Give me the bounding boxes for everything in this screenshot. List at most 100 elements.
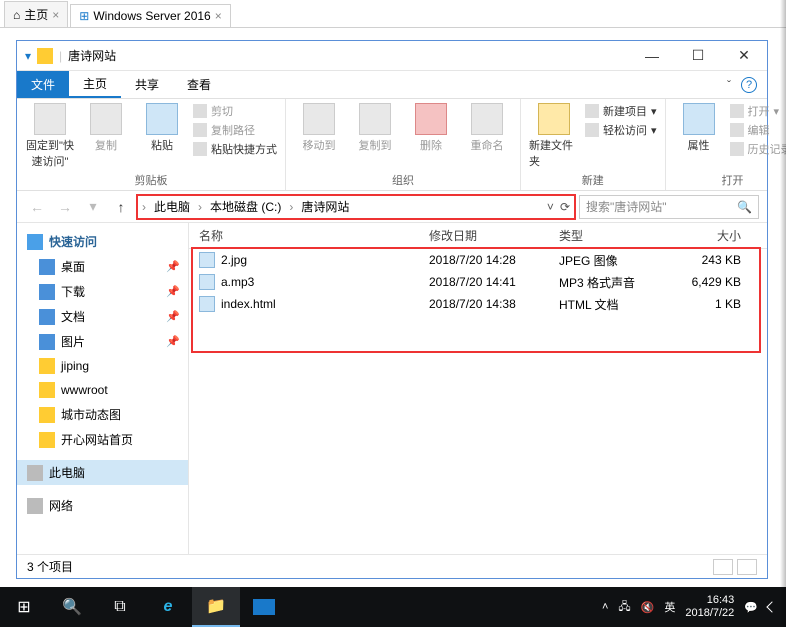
move-to-button[interactable]: 移动到 <box>294 103 344 153</box>
col-size[interactable]: 大小 <box>669 227 751 244</box>
icons-view-button[interactable] <box>737 559 757 575</box>
forward-button[interactable]: → <box>53 195 77 219</box>
col-name[interactable]: 名称 <box>189 227 429 244</box>
new-item-button[interactable]: 新建项目 ▾ <box>585 103 657 119</box>
close-icon[interactable]: × <box>52 8 59 22</box>
action-center-icon[interactable]: 💬 <box>744 601 758 614</box>
shortcut-icon <box>193 142 207 156</box>
tray-expand-icon[interactable]: ˄ <box>602 601 608 613</box>
details-view-button[interactable] <box>713 559 733 575</box>
folder-icon <box>37 48 53 64</box>
sidebar-item-city[interactable]: 城市动态图 <box>17 402 188 427</box>
up-button[interactable]: ↑ <box>109 195 133 219</box>
breadcrumb-seg[interactable]: 本地磁盘 (C:) <box>206 198 285 215</box>
breadcrumb-seg[interactable]: 此电脑 <box>150 198 194 215</box>
edit-icon <box>730 123 744 137</box>
copy-path-button[interactable]: 复制路径 <box>193 122 277 138</box>
html-file-icon <box>199 296 215 312</box>
chevron-right-icon[interactable]: › <box>198 200 202 214</box>
copy-to-button[interactable]: 复制到 <box>350 103 400 153</box>
sidebar-network[interactable]: 网络 <box>17 493 188 518</box>
properties-button[interactable]: 属性 <box>674 103 724 153</box>
outer-tab-home[interactable]: ⌂ 主页 × <box>4 1 68 27</box>
ribbon-tab-file[interactable]: 文件 <box>17 71 69 98</box>
file-row[interactable]: index.html 2018/7/20 14:38 HTML 文档 1 KB <box>189 293 767 315</box>
new-item-icon <box>585 104 599 118</box>
app-button[interactable] <box>240 587 288 627</box>
file-row[interactable]: a.mp3 2018/7/20 14:41 MP3 格式声音 6,429 KB <box>189 271 767 293</box>
col-date[interactable]: 修改日期 <box>429 227 559 244</box>
address-bar[interactable]: › 此电脑 › 本地磁盘 (C:) › 唐诗网站 ˅ ⟳ <box>137 195 575 219</box>
audio-file-icon <box>199 274 215 290</box>
history-icon <box>730 142 744 156</box>
back-button[interactable]: ← <box>25 195 49 219</box>
explorer-button[interactable]: 📁 <box>192 587 240 627</box>
sound-icon[interactable]: 🔇 <box>641 601 655 614</box>
clock[interactable]: 16:43 2018/7/22 <box>685 594 734 620</box>
sidebar-item-jiping[interactable]: jiping <box>17 354 188 378</box>
refresh-icon[interactable]: ⟳ <box>560 200 570 214</box>
col-type[interactable]: 类型 <box>559 227 669 244</box>
copy-button[interactable]: 复制 <box>81 103 131 153</box>
decorative-shadow <box>780 0 786 627</box>
chevron-right-icon[interactable]: › <box>142 200 146 214</box>
delete-button[interactable]: 删除 <box>406 103 456 153</box>
file-header: 名称 修改日期 类型 大小 <box>189 223 767 249</box>
search-button[interactable]: 🔍 <box>48 587 96 627</box>
ribbon-body: 固定到"快速访问" 复制 粘贴 剪切 复制路径 粘贴快捷方式 剪贴板 <box>17 99 767 191</box>
pin-quick-access-button[interactable]: 固定到"快速访问" <box>25 103 75 169</box>
task-view-button[interactable]: ⧉ <box>96 587 144 627</box>
cut-button[interactable]: 剪切 <box>193 103 277 119</box>
minimize-button[interactable]: — <box>629 41 675 71</box>
folder-icon <box>39 432 55 448</box>
chevron-down-icon[interactable]: ˅ <box>547 200 554 214</box>
help-icon[interactable]: ? <box>741 77 757 93</box>
breadcrumb-seg[interactable]: 唐诗网站 <box>297 198 353 215</box>
network-icon[interactable]: 🖧 <box>618 598 630 617</box>
ribbon-tab-share[interactable]: 共享 <box>121 71 173 98</box>
ribbon-collapse-icon[interactable]: ˇ <box>727 78 731 92</box>
sidebar-item-documents[interactable]: 文档📌 <box>17 304 188 329</box>
ribbon-tab-home[interactable]: 主页 <box>69 71 121 98</box>
close-icon[interactable]: × <box>215 9 222 23</box>
sidebar-this-pc[interactable]: 此电脑 <box>17 460 188 485</box>
sidebar-item-desktop[interactable]: 桌面📌 <box>17 254 188 279</box>
sidebar-quick-access[interactable]: 快速访问 <box>17 229 188 254</box>
show-desktop-button[interactable] <box>766 601 777 612</box>
open-button[interactable]: 打开 ▾ <box>730 103 786 119</box>
new-folder-icon <box>538 103 570 135</box>
easy-access-button[interactable]: 轻松访问 ▾ <box>585 122 657 138</box>
ime-indicator[interactable]: 英 <box>664 599 675 615</box>
titlebar-left: ▾ | 唐诗网站 <box>17 47 629 64</box>
sidebar-item-wwwroot[interactable]: wwwroot <box>17 378 188 402</box>
paste-button[interactable]: 粘贴 <box>137 103 187 153</box>
recent-dropdown[interactable]: ▾ <box>81 195 105 219</box>
qa-nav-icon[interactable]: ▾ <box>25 49 31 63</box>
ribbon-tab-view[interactable]: 查看 <box>173 71 225 98</box>
ribbon-group-label: 组织 <box>294 170 512 188</box>
history-button[interactable]: 历史记录 <box>730 141 786 157</box>
open-icon <box>730 104 744 118</box>
sidebar-item-pictures[interactable]: 图片📌 <box>17 329 188 354</box>
outer-tab-server[interactable]: ⊞ Windows Server 2016 × <box>70 4 230 27</box>
sidebar-item-happy[interactable]: 开心网站首页 <box>17 427 188 452</box>
titlebar: ▾ | 唐诗网站 — ☐ ✕ <box>17 41 767 71</box>
paste-shortcut-button[interactable]: 粘贴快捷方式 <box>193 141 277 157</box>
maximize-button[interactable]: ☐ <box>675 41 721 71</box>
file-row[interactable]: 2.jpg 2018/7/20 14:28 JPEG 图像 243 KB <box>189 249 767 271</box>
new-folder-button[interactable]: 新建文件夹 <box>529 103 579 169</box>
pin-icon: 📌 <box>166 310 180 323</box>
start-button[interactable]: ⊞ <box>0 587 48 627</box>
sidebar-item-downloads[interactable]: 下载📌 <box>17 279 188 304</box>
network-icon <box>27 498 43 514</box>
search-input[interactable]: 搜索"唐诗网站" 🔍 <box>579 195 759 219</box>
chevron-right-icon[interactable]: › <box>289 200 293 214</box>
close-button[interactable]: ✕ <box>721 41 767 71</box>
ie-button[interactable]: e <box>144 587 192 627</box>
content-area: 快速访问 桌面📌 下载📌 文档📌 图片📌 jiping wwwroot 城市动态… <box>17 223 767 554</box>
edit-button[interactable]: 编辑 <box>730 122 786 138</box>
window-title: 唐诗网站 <box>68 47 116 64</box>
rename-button[interactable]: 重命名 <box>462 103 512 153</box>
file-pane: 名称 修改日期 类型 大小 2.jpg 2018/7/20 14:28 JPEG… <box>189 223 767 554</box>
explorer-window: ▾ | 唐诗网站 — ☐ ✕ 文件 主页 共享 查看 ˇ ? 固定到"快速访问" <box>16 40 768 579</box>
